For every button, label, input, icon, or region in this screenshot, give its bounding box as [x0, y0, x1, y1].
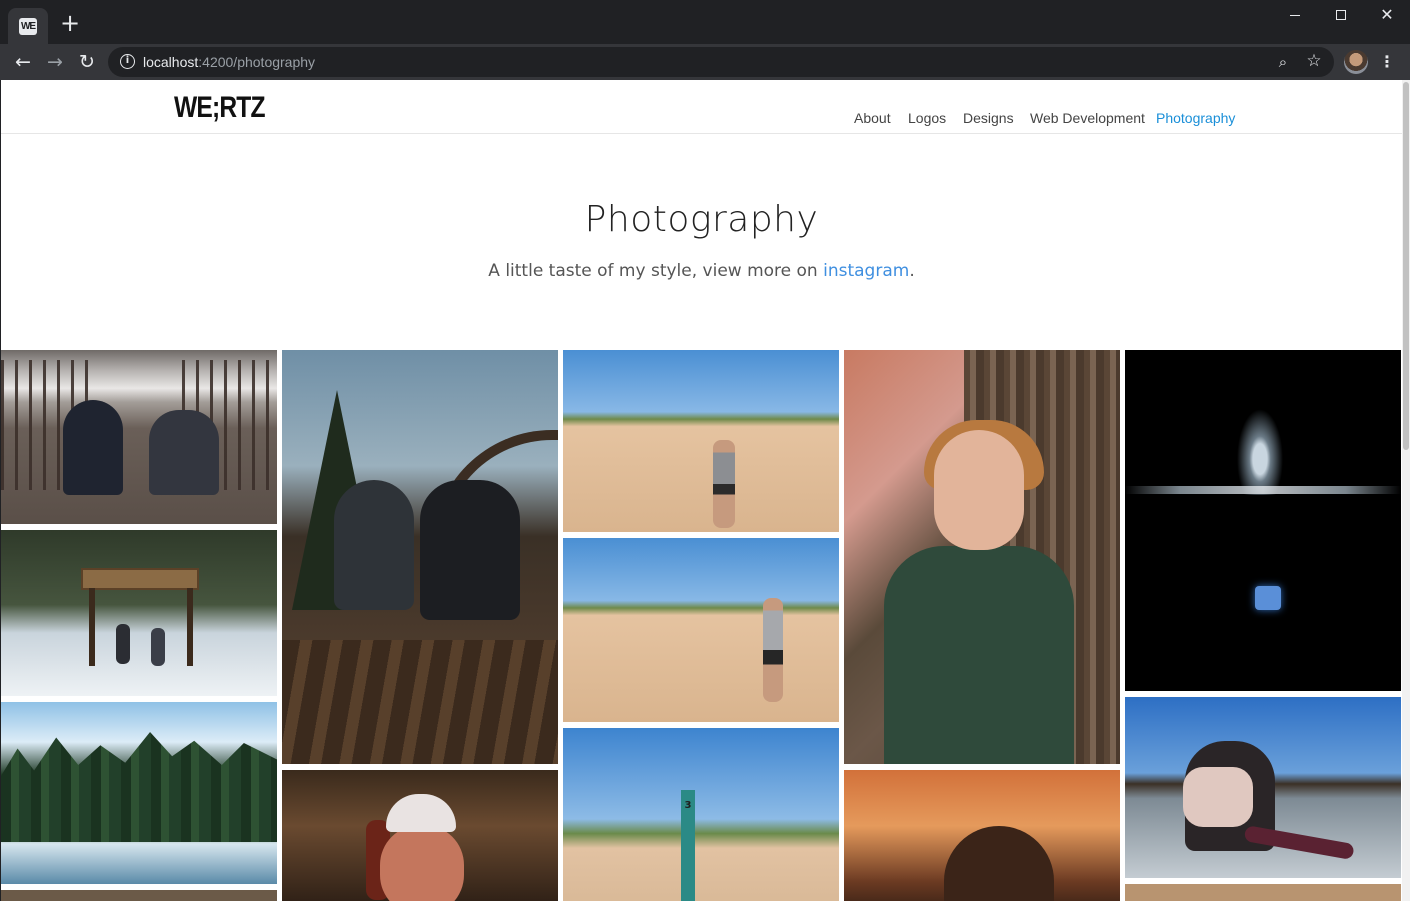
nav-logos[interactable]: Logos: [908, 109, 946, 127]
info-icon[interactable]: i: [120, 54, 135, 69]
page-scrollbar[interactable]: [1402, 80, 1410, 901]
arrow-left-icon: ←: [15, 51, 31, 73]
gallery-photo[interactable]: [282, 770, 558, 901]
nav-web-development[interactable]: Web Development: [1030, 109, 1145, 127]
gallery-photo[interactable]: [1125, 884, 1401, 901]
forest-treeline: [1, 732, 277, 842]
gallery-photo[interactable]: [844, 350, 1120, 764]
gallery-photo[interactable]: [1125, 697, 1401, 878]
gallery-photo[interactable]: [1, 530, 277, 696]
sweater-shape: [884, 546, 1074, 764]
url-text[interactable]: localhost:4200/photography: [143, 53, 315, 71]
site-favicon-icon: WE: [19, 18, 37, 35]
face-shape: [934, 430, 1024, 550]
gallery-photo[interactable]: [844, 770, 1120, 901]
water-splash: [1235, 405, 1285, 495]
page-viewport: WE;RTZ About Logos Designs Web Developme…: [1, 80, 1410, 901]
cap-shape: [386, 794, 456, 832]
forward-button[interactable]: →: [42, 49, 68, 75]
kebab-menu-icon[interactable]: ⋮: [1378, 50, 1396, 74]
page-title: Photography: [584, 199, 819, 240]
maximize-icon: [1336, 10, 1346, 20]
minimize-icon: [1290, 15, 1300, 16]
trail-marker-number: 3: [684, 800, 692, 811]
new-tab-button[interactable]: +: [58, 11, 82, 36]
leg-shape: [1243, 825, 1355, 860]
site-header: WE;RTZ About Logos Designs Web Developme…: [1, 80, 1402, 134]
gallery-photo[interactable]: [1, 350, 277, 524]
gallery-photo[interactable]: [1, 890, 277, 901]
person-figure: [63, 400, 123, 495]
gallery-photo[interactable]: [1125, 350, 1401, 691]
gallery-photo[interactable]: [1, 702, 277, 884]
browser-titlebar: WE + ✕: [0, 0, 1410, 44]
minimize-button[interactable]: [1272, 4, 1318, 26]
gallery-photo[interactable]: 3: [563, 728, 839, 901]
reload-button[interactable]: ↻: [74, 49, 100, 75]
person-figure: [149, 410, 219, 495]
scarf-shape: [1183, 767, 1253, 827]
url-host: localhost: [143, 54, 199, 70]
reload-icon: ↻: [79, 51, 95, 73]
falling-cube: [1255, 586, 1281, 610]
person-figure: [420, 480, 520, 620]
page-subtitle: A little taste of my style, view more on…: [1, 260, 1402, 282]
back-button[interactable]: ←: [10, 49, 36, 75]
sign-post: [89, 588, 95, 666]
nav-about[interactable]: About: [854, 109, 891, 127]
arrow-right-icon: →: [47, 51, 63, 73]
gallery-photo[interactable]: [282, 350, 558, 764]
gallery-photo[interactable]: [563, 350, 839, 532]
person-figure: [763, 598, 783, 702]
profile-avatar[interactable]: [1344, 50, 1368, 74]
hair-shape: [944, 826, 1054, 901]
close-window-button[interactable]: ✕: [1364, 4, 1410, 26]
subtitle-text: A little taste of my style, view more on: [488, 261, 824, 281]
trail-marker-post: 3: [681, 790, 695, 901]
address-bar[interactable]: i localhost:4200/photography ⌕ ☆: [108, 47, 1334, 77]
maximize-button[interactable]: [1318, 4, 1364, 26]
main-nav: About Logos Designs Web Development Phot…: [1, 109, 1402, 129]
close-icon: ✕: [1380, 5, 1394, 24]
instagram-link[interactable]: instagram: [823, 261, 909, 281]
subtitle-period: .: [909, 261, 915, 281]
person-figure: [713, 440, 735, 528]
url-path: :4200/photography: [198, 54, 316, 70]
water-surface: [1125, 486, 1401, 494]
star-icon[interactable]: ☆: [1304, 51, 1324, 71]
trail-sign: [81, 568, 199, 590]
zoom-icon[interactable]: ⌕: [1273, 52, 1293, 72]
hiker-figure: [151, 628, 165, 666]
nav-photography[interactable]: Photography: [1156, 109, 1235, 127]
hiker-figure: [116, 624, 130, 664]
browser-tab[interactable]: WE: [8, 8, 48, 44]
gallery-photo[interactable]: [563, 538, 839, 722]
face-shape: [380, 825, 464, 901]
person-figure: [334, 480, 414, 610]
bridge-deck: [282, 640, 558, 764]
scrollbar-thumb[interactable]: [1403, 82, 1409, 450]
browser-toolbar: ← → ↻ i localhost:4200/photography ⌕ ☆ ⋮: [0, 44, 1410, 80]
sign-post: [187, 588, 193, 666]
nav-designs[interactable]: Designs: [963, 109, 1014, 127]
